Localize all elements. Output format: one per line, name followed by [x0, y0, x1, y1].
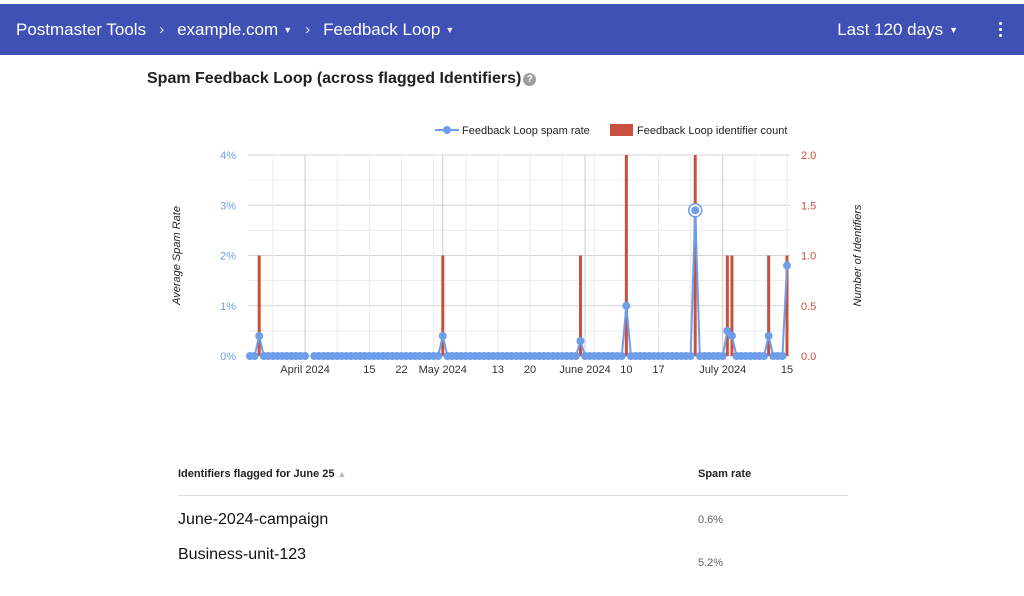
- top-app-bar: Postmaster Tools › example.com ▼ › Feedba…: [0, 4, 1024, 55]
- x-tick-label: 15: [363, 364, 375, 376]
- x-tick-label: April 2024: [280, 364, 330, 376]
- spam-rate-point: [255, 331, 264, 340]
- legend-bar-swatch: [610, 124, 633, 136]
- x-tick-label: 13: [492, 364, 504, 376]
- spam-feedback-loop-chart: 0% 1% 2% 3% 4% 0.0 0.5 1.0 1.5 2.0 April 2024 15 22 M…: [171, 124, 864, 376]
- spam-rate-point: [576, 336, 585, 345]
- y-right-tick-label: 1.5: [801, 200, 816, 212]
- dashboard-dropdown[interactable]: Feedback Loop ▼: [323, 20, 454, 40]
- spam-rate-point: [764, 331, 773, 340]
- breadcrumb-postmaster-tools[interactable]: Postmaster Tools: [16, 20, 146, 40]
- y-left-tick-label: 1%: [220, 301, 236, 313]
- breadcrumb: Postmaster Tools › example.com ▼ › Feedba…: [0, 20, 454, 40]
- y-left-tick-label: 2%: [220, 251, 236, 263]
- caret-down-icon: ▼: [949, 24, 958, 35]
- table-row-spam-rate: 5.2%: [698, 557, 724, 569]
- y-left-tick-label: 3%: [220, 200, 236, 212]
- date-range-label: Last 120 days: [837, 19, 944, 39]
- spam-rate-point: [622, 301, 631, 310]
- more-vert-icon[interactable]: [980, 22, 1020, 37]
- breadcrumb-label: example.com: [177, 19, 279, 39]
- legend-label: Feedback Loop spam rate: [462, 125, 590, 137]
- x-tick-label: 10: [620, 364, 632, 376]
- table-row-identifier: June-2024-campaign: [178, 511, 329, 528]
- x-tick-label: July 2024: [699, 364, 746, 376]
- x-tick-label: May 2024: [419, 364, 467, 376]
- spam-rate-point: [250, 352, 259, 360]
- caret-down-icon: ▼: [283, 24, 293, 35]
- date-range-dropdown[interactable]: Last 120 days ▼: [837, 20, 958, 40]
- y-right-tick-label: 0.0: [801, 351, 816, 363]
- header-divider: [178, 495, 848, 496]
- spam-rate-point: [438, 331, 447, 340]
- spam-rate-point: [778, 352, 787, 360]
- y-right-tick-label: 0.5: [801, 301, 816, 313]
- y-left-tick-label: 0%: [220, 351, 236, 363]
- spam-rate-point: [301, 352, 310, 360]
- x-tick-label: 22: [395, 364, 407, 376]
- spam-rate-line: [314, 210, 788, 357]
- spam-rate-point: [718, 352, 727, 360]
- table-row-identifier: Business-unit-123: [178, 546, 307, 563]
- spam-rate-point: [571, 352, 580, 360]
- x-tick-label: June 2024: [559, 364, 610, 376]
- spam-rate-point: [434, 352, 443, 360]
- breadcrumb-label: Postmaster Tools: [16, 19, 147, 39]
- legend-point-swatch: [443, 126, 451, 134]
- page-title-row: Spam Feedback Loop (across flagged Ident…: [147, 70, 537, 88]
- table-row-spam-rate: 0.6%: [698, 514, 724, 526]
- breadcrumb-separator: ›: [305, 21, 311, 38]
- y-right-axis-title: Number of Identifiers: [852, 204, 864, 307]
- y-left-axis-title: Average Spam Rate: [171, 206, 183, 306]
- domain-dropdown[interactable]: example.com ▼: [177, 20, 292, 40]
- spam-rate-point: [686, 352, 695, 360]
- spam-rate-point: [727, 331, 736, 340]
- spam-rate-point: [783, 261, 791, 270]
- x-tick-label: 20: [524, 364, 536, 376]
- spam-rate-point: [617, 352, 626, 360]
- breadcrumb-label: Feedback Loop: [323, 19, 441, 39]
- sort-ascending-icon: ▲: [337, 469, 347, 479]
- spam-rate-point: [691, 206, 700, 215]
- y-right-tick-label: 1.0: [801, 251, 816, 263]
- help-icon[interactable]: ?: [523, 72, 537, 86]
- x-tick-label: 15: [781, 364, 793, 376]
- x-tick-label: 17: [652, 364, 664, 376]
- y-right-tick-label: 2.0: [801, 150, 816, 162]
- column-header-label: Identifiers flagged for June 25: [178, 468, 335, 480]
- column-header-identifiers[interactable]: Identifiers flagged for June 25 ▲: [178, 468, 346, 480]
- column-header-spam-rate[interactable]: Spam rate: [698, 468, 751, 480]
- spam-rate-point: [760, 352, 769, 360]
- caret-down-icon: ▼: [445, 24, 455, 35]
- y-left-tick-label: 4%: [220, 150, 236, 162]
- breadcrumb-separator: ›: [159, 21, 165, 38]
- page-title: Spam Feedback Loop (across flagged Ident…: [147, 70, 522, 87]
- legend-label: Feedback Loop identifier count: [637, 125, 787, 137]
